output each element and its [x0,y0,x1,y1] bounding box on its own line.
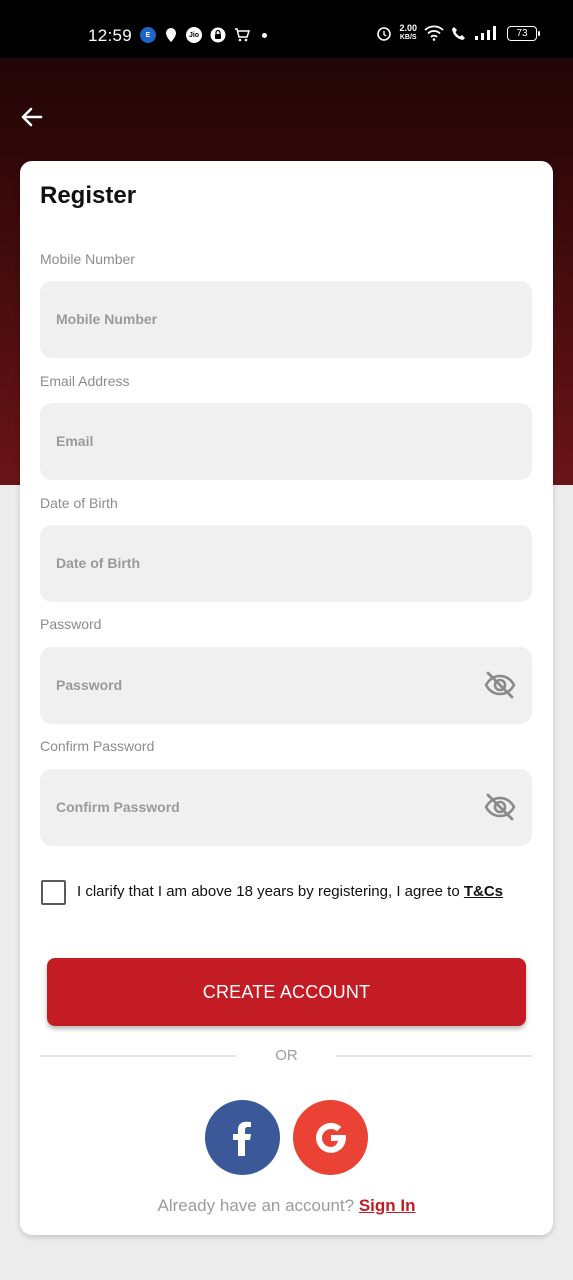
eye-off-icon[interactable] [484,793,516,821]
confirm-password-label: Confirm Password [40,738,155,754]
sign-in-link[interactable]: Sign In [359,1196,416,1215]
wifi-icon [424,25,444,41]
network-speed: 2.00 KB/S [399,24,417,42]
agreement-text: I clarify that I am above 18 years by re… [77,883,503,900]
jio-icon: Jio [186,27,202,43]
e-icon: E [140,27,156,43]
password-placeholder: Password [56,677,123,693]
cart-icon [235,28,250,42]
location-icon [166,28,176,42]
system-icons: 2.00 KB/S 73 [376,24,540,42]
agreement-label: I clarify that I am above 18 years by re… [77,883,464,900]
dob-placeholder: Date of Birth [56,555,140,571]
back-button[interactable] [18,103,46,131]
facebook-icon [232,1121,251,1156]
date-of-birth-input[interactable]: Date of Birth [40,525,532,602]
alarm-icon [377,27,392,41]
dot-icon [262,32,267,38]
create-account-button[interactable]: CREATE ACCOUNT [47,958,526,1026]
password-label: Password [40,616,102,632]
notification-icons: E Jio [140,27,267,43]
mobile-label: Mobile Number [40,251,135,267]
facebook-login-button[interactable] [205,1100,280,1175]
call-icon [452,27,465,40]
email-placeholder: Email [56,433,94,449]
status-time: 12:59 [88,26,133,45]
google-icon [315,1122,346,1153]
signin-prompt-text: Already have an account? [157,1196,359,1215]
email-label: Email Address [40,373,130,389]
divider-right [336,1055,532,1057]
arrow-left-icon [21,107,43,127]
eye-off-icon[interactable] [484,671,516,699]
network-speed-value: 2.00 [399,23,417,33]
dob-label: Date of Birth [40,495,118,511]
confirm-password-input[interactable]: Confirm Password [40,769,532,846]
mobile-placeholder: Mobile Number [56,311,158,327]
page-title: Register [40,182,137,209]
lock-icon [210,27,226,43]
terms-link[interactable]: T&Cs [464,883,503,900]
signin-prompt: Already have an account? Sign In [20,1196,553,1216]
password-input[interactable]: Password [40,647,532,724]
network-speed-unit: KB/S [399,34,417,41]
register-card: Register Mobile Number Mobile Number Ema… [20,161,553,1235]
google-login-button[interactable] [293,1100,368,1175]
battery-icon: 73 [507,25,540,41]
mobile-number-input[interactable]: Mobile Number [40,281,532,358]
status-bar: 12:59 E Jio 2.00 KB/S 73 [0,0,573,58]
signal-icon [475,26,496,40]
age-terms-checkbox[interactable] [41,880,66,905]
email-input[interactable]: Email [40,403,532,480]
confirm-password-placeholder: Confirm Password [56,799,180,815]
